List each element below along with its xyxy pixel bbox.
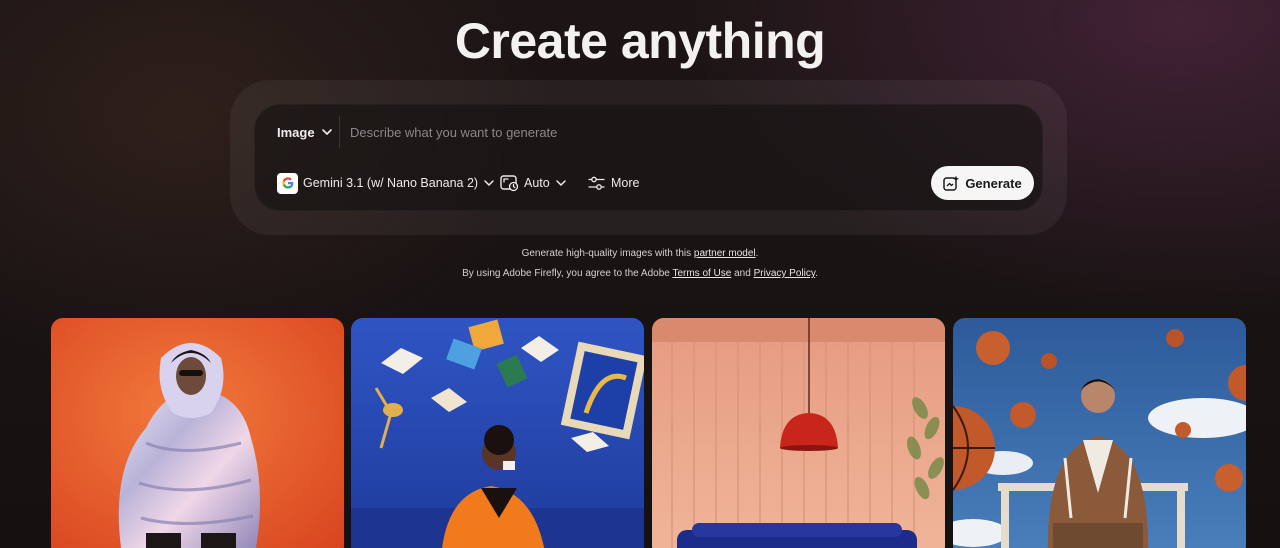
- sliders-icon: [588, 176, 605, 190]
- chevron-down-icon: [484, 180, 494, 186]
- note-text: .: [755, 248, 759, 259]
- generate-button[interactable]: Generate: [931, 166, 1034, 200]
- privacy-policy-link[interactable]: Privacy Policy: [754, 268, 816, 279]
- gallery-image-flying-books[interactable]: [351, 318, 644, 548]
- model-label: Gemini 3.1 (w/ Nano Banana 2): [303, 176, 479, 190]
- more-settings-button[interactable]: More: [588, 173, 639, 193]
- note-text: .: [815, 268, 818, 279]
- aspect-ratio-label: Auto: [524, 176, 550, 190]
- note-text: and: [731, 268, 754, 279]
- more-label: More: [611, 176, 640, 190]
- content-type-label: Image: [277, 124, 315, 140]
- gallery-image-basketball-sky[interactable]: [953, 318, 1246, 548]
- note-text: By using Adobe Firefly, you agree to the…: [462, 268, 673, 279]
- generate-sparkle-icon: [943, 175, 960, 191]
- chevron-down-icon: [321, 129, 332, 135]
- image-gallery: [51, 318, 1246, 548]
- content-type-dropdown[interactable]: Image: [277, 123, 333, 141]
- prompt-divider: [339, 116, 340, 148]
- note-text: Generate high-quality images with this: [521, 248, 694, 259]
- prompt-input[interactable]: [350, 120, 1010, 144]
- google-logo-icon: [277, 172, 298, 194]
- partner-model-link[interactable]: partner model: [694, 248, 756, 259]
- aspect-ratio-dropdown[interactable]: Auto: [500, 173, 567, 193]
- chevron-down-icon: [555, 180, 566, 186]
- page-title: Create anything: [454, 13, 826, 69]
- aspect-ratio-icon: [500, 175, 519, 192]
- model-dropdown[interactable]: Gemini 3.1 (w/ Nano Banana 2): [277, 172, 495, 194]
- partner-model-note: Generate high-quality images with this p…: [0, 248, 1280, 259]
- generate-label: Generate: [965, 175, 1022, 191]
- terms-of-use-link[interactable]: Terms of Use: [672, 268, 731, 279]
- legal-note: By using Adobe Firefly, you agree to the…: [0, 268, 1280, 279]
- gallery-image-pendant-lamp-room[interactable]: [652, 318, 945, 548]
- gallery-image-puffer-jacket[interactable]: [51, 318, 344, 548]
